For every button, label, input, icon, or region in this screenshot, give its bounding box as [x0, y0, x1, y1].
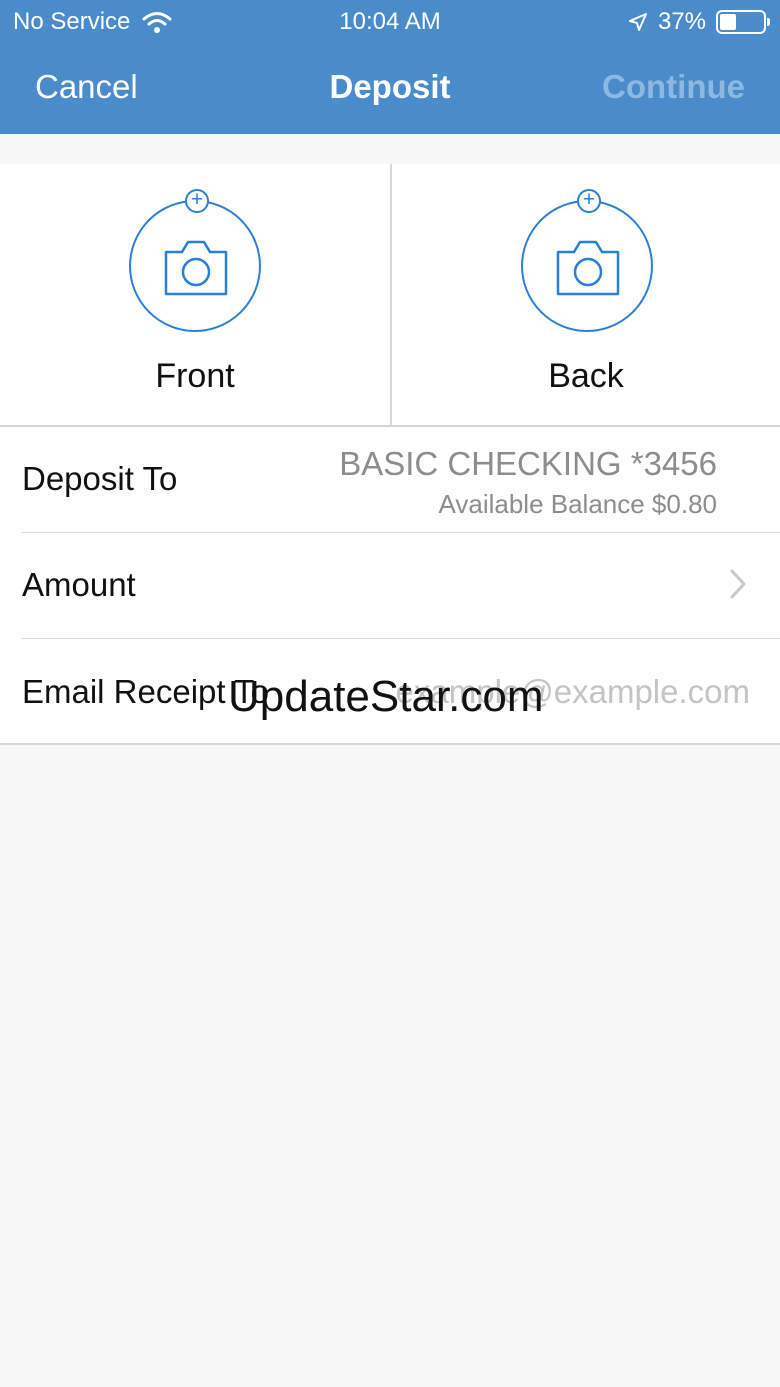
capture-front-button[interactable]: + Front — [0, 164, 390, 425]
plus-icon: + — [577, 189, 601, 213]
capture-back-label: Back — [548, 357, 624, 395]
watermark-text: UpdateStar.com — [228, 672, 544, 721]
top-bar: No Service 10:04 AM 37% Cancel Deposit C… — [0, 0, 780, 134]
capture-back-button[interactable]: + Back — [390, 164, 780, 425]
battery-icon — [716, 10, 770, 34]
check-capture-panel: + Front + Back — [0, 164, 780, 425]
status-right-group: 37% — [628, 8, 770, 36]
deposit-to-label: Deposit To — [22, 460, 178, 497]
camera-icon — [164, 240, 228, 296]
capture-front-circle[interactable]: + — [129, 189, 261, 332]
plus-icon: + — [185, 189, 209, 213]
location-arrow-icon — [628, 13, 647, 31]
navigation-bar: Cancel Deposit Continue — [0, 58, 780, 118]
battery-percent: 37% — [657, 8, 706, 35]
continue-button[interactable]: Continue — [602, 68, 745, 106]
account-name: BASIC CHECKING *3456 — [339, 445, 717, 482]
status-bar: No Service 10:04 AM 37% — [0, 0, 780, 44]
battery-level-fill — [720, 14, 736, 30]
deposit-to-row[interactable]: Deposit To BASIC CHECKING *3456 Availabl… — [0, 427, 780, 533]
chevron-right-icon — [730, 569, 746, 599]
capture-back-circle[interactable]: + — [521, 189, 653, 332]
amount-row[interactable]: Amount — [0, 533, 780, 639]
capture-front-label: Front — [155, 357, 235, 395]
camera-icon — [556, 240, 620, 296]
account-balance: Available Balance $0.80 — [438, 489, 717, 519]
amount-label: Amount — [22, 566, 136, 603]
